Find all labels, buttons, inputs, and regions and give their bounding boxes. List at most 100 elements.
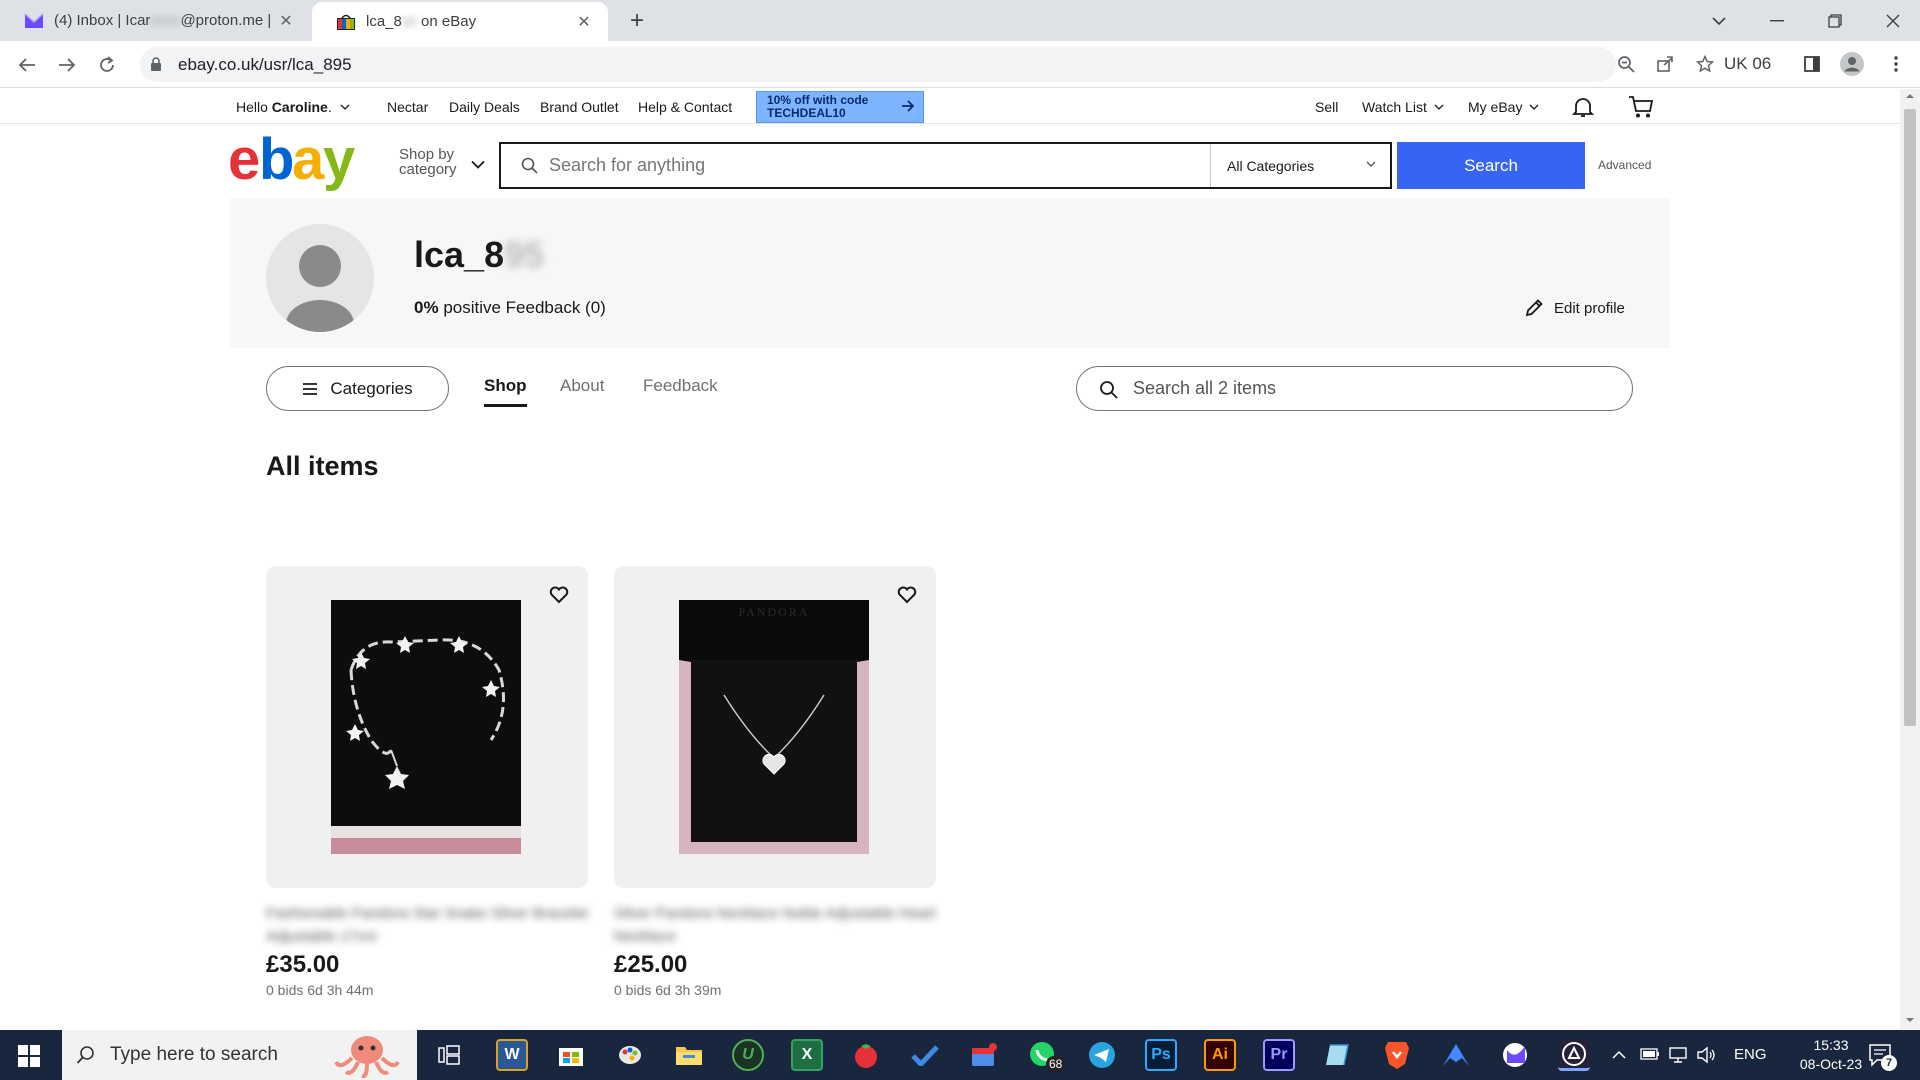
tab-inbox[interactable]: (4) Inbox | Icarxxxx@proton.me | P ✕ (0, 0, 310, 41)
item-image-container[interactable] (266, 566, 588, 888)
word-icon[interactable]: W (496, 1039, 528, 1071)
scroll-up-icon[interactable] (1905, 93, 1915, 99)
cart-icon[interactable] (1628, 95, 1654, 119)
illustrator-icon[interactable]: Ai (1204, 1039, 1236, 1071)
excel-icon[interactable]: X (791, 1039, 823, 1071)
close-tab-icon[interactable]: ✕ (574, 12, 594, 32)
reload-icon[interactable] (91, 49, 123, 81)
restore-icon[interactable] (1806, 0, 1864, 41)
share-icon[interactable] (1652, 51, 1678, 77)
taskbar-search[interactable]: Type here to search (62, 1030, 417, 1080)
telegram-icon[interactable] (1086, 1039, 1118, 1071)
main-search-bar: All Categories (499, 142, 1392, 189)
my-ebay-menu[interactable]: My eBay (1468, 99, 1539, 115)
search-input[interactable] (549, 144, 1239, 187)
microsoft-store-icon[interactable] (555, 1039, 587, 1071)
user-name-period: . (327, 99, 332, 115)
scroll-down-icon[interactable] (1905, 1017, 1915, 1023)
nordvpn-icon[interactable] (1440, 1039, 1472, 1071)
minimize-icon[interactable] (1748, 0, 1806, 41)
watch-heart-icon[interactable] (542, 578, 576, 612)
proton-mail-icon (24, 12, 44, 29)
item-bids-time: 0 bids 6d 3h 44m (266, 982, 374, 998)
item-price: £35.00 (266, 951, 340, 978)
lock-icon[interactable] (150, 57, 162, 72)
profile-label[interactable]: UK 06 (1724, 54, 1771, 74)
item-title[interactable]: Silver Pandora Necklace Noble Adjustable… (614, 902, 936, 948)
search-button[interactable]: Search (1397, 142, 1585, 189)
tab-title: (4) Inbox | Icar (54, 12, 151, 29)
photoshop-icon[interactable]: Ps (1145, 1039, 1177, 1071)
calendar-app-icon[interactable] (968, 1039, 1000, 1071)
kebab-menu-icon[interactable] (1886, 51, 1906, 77)
upwork-icon[interactable]: U (732, 1039, 764, 1071)
link-sell[interactable]: Sell (1315, 99, 1338, 115)
link-brand-outlet[interactable]: Brand Outlet (540, 99, 619, 115)
store-search-input[interactable] (1133, 367, 1613, 410)
active-app-icon[interactable] (1558, 1039, 1590, 1071)
file-explorer-icon[interactable] (673, 1039, 705, 1071)
account-avatar-icon[interactable] (1839, 51, 1865, 77)
side-panel-icon[interactable] (1799, 51, 1825, 77)
paint-icon[interactable] (614, 1039, 646, 1071)
categories-button[interactable]: Categories (266, 366, 449, 411)
hello-user-menu[interactable]: Hello Caroline. (236, 99, 350, 115)
link-nectar[interactable]: Nectar (387, 99, 428, 115)
scrollbar-thumb[interactable] (1904, 109, 1916, 726)
promo-code: TECHDEAL10 (767, 106, 846, 120)
tab-title: lca_8 (366, 13, 402, 30)
whatsapp-badge: 68 (1046, 1056, 1066, 1072)
item-photo-necklace: PANDORA (679, 600, 869, 854)
categories-label: Categories (330, 378, 413, 398)
edit-profile-button[interactable]: Edit profile (1524, 298, 1625, 318)
battery-icon[interactable] (1640, 1048, 1660, 1060)
link-daily-deals[interactable]: Daily Deals (449, 99, 520, 115)
notification-bell-icon[interactable] (1571, 95, 1595, 119)
volume-icon[interactable] (1696, 1046, 1716, 1064)
item-title[interactable]: Fashionable Pandora Star Snake Silver Br… (266, 902, 588, 948)
tab-feedback[interactable]: Feedback (643, 376, 718, 396)
new-tab-icon[interactable]: + (624, 7, 650, 34)
item-image-container[interactable]: PANDORA (614, 566, 936, 888)
hamburger-menu-icon (302, 382, 318, 396)
watch-list-menu[interactable]: Watch List (1362, 99, 1444, 115)
zoom-icon[interactable] (1613, 51, 1639, 77)
bookmark-star-icon[interactable] (1692, 51, 1718, 77)
shop-by-category-button[interactable]: Shop by category (399, 147, 457, 177)
tab-ebay[interactable]: lca_8xx on eBay ✕ (312, 2, 608, 41)
todo-check-icon[interactable] (909, 1039, 941, 1071)
ebay-logo[interactable]: e b a y (228, 133, 364, 193)
category-select[interactable]: All Categories (1210, 144, 1392, 187)
octopus-doodle-icon (332, 1032, 402, 1078)
windows-start-icon[interactable] (18, 1045, 40, 1067)
link-help-contact[interactable]: Help & Contact (638, 99, 732, 115)
promo-banner[interactable]: 10% off with code TECHDEAL10 (756, 91, 924, 123)
task-view-icon[interactable] (433, 1039, 465, 1071)
url-text[interactable]: ebay.co.uk/usr/lca_895 (178, 55, 352, 75)
tab-shop[interactable]: Shop (484, 376, 527, 407)
chevron-up-icon[interactable] (1612, 1050, 1626, 1059)
omnibox[interactable] (140, 47, 1616, 82)
tab-search-chevron-icon[interactable] (1690, 0, 1748, 41)
notepad-app-icon[interactable] (1322, 1039, 1354, 1071)
premiere-icon[interactable]: Pr (1263, 1039, 1295, 1071)
page-scrollbar[interactable] (1900, 89, 1920, 1029)
windows-taskbar: Type here to search W U X 68 Ps Ai Pr EN… (0, 1030, 1920, 1080)
close-tab-icon[interactable]: ✕ (276, 11, 296, 31)
close-window-icon[interactable] (1864, 0, 1920, 41)
back-icon[interactable] (11, 49, 43, 81)
watch-heart-icon[interactable] (890, 578, 924, 612)
chevron-down-icon[interactable] (471, 160, 485, 169)
feedback-summary[interactable]: 0% positive Feedback (0) (414, 298, 606, 318)
forward-icon[interactable] (51, 49, 83, 81)
language-indicator[interactable]: ENG (1734, 1046, 1767, 1063)
proton-mail-icon[interactable] (1499, 1039, 1531, 1071)
feedback-percent: 0% (414, 298, 439, 317)
category-select-value: All Categories (1227, 158, 1315, 174)
advanced-search-link[interactable]: Advanced (1598, 158, 1651, 172)
watch-list-label: Watch List (1362, 99, 1427, 115)
network-icon[interactable] (1668, 1046, 1688, 1064)
brave-browser-icon[interactable] (1381, 1039, 1413, 1071)
tab-about[interactable]: About (560, 376, 604, 396)
tomato-timer-icon[interactable] (850, 1039, 882, 1071)
